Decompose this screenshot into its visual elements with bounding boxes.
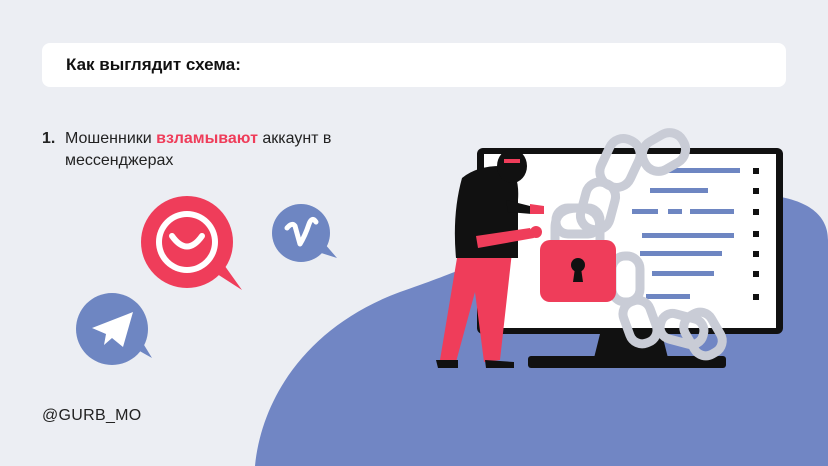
vimeo-icon [272,204,337,262]
telegram-icon [76,293,152,365]
illustration [76,128,828,466]
author-handle: @GURB_MO [42,407,142,424]
phone-chat-icon [141,196,242,290]
